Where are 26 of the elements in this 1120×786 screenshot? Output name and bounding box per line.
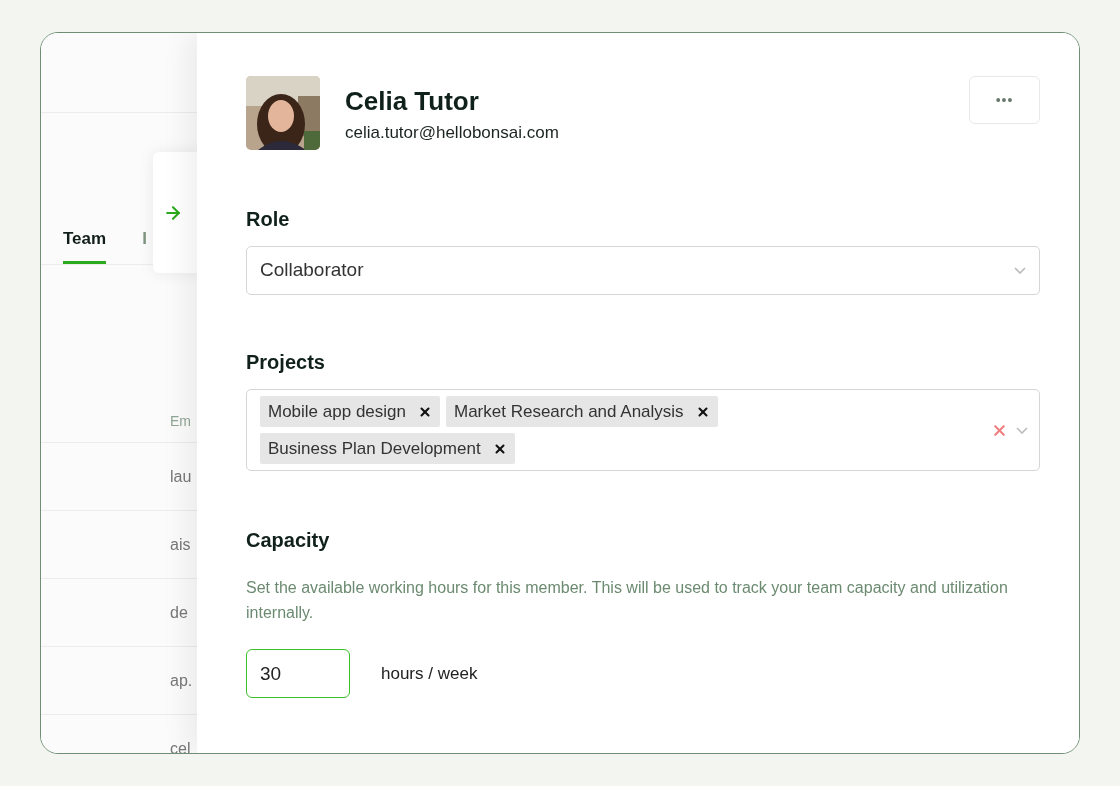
remove-icon[interactable]	[492, 441, 507, 456]
chevron-down-icon	[1016, 426, 1028, 434]
projects-select[interactable]: Mobile app design Market Research and Analysis Business Plan Development	[246, 389, 1040, 471]
section-heading: Capacity	[246, 528, 331, 553]
remove-icon[interactable]	[418, 404, 432, 419]
tag-label: Mobile app design	[268, 400, 406, 423]
tab[interactable]: Team	[63, 225, 107, 264]
role-select[interactable]: Collaborator	[246, 246, 1040, 295]
tag-label: Market Research and Analysis	[454, 400, 684, 423]
remove-icon[interactable]	[695, 404, 710, 419]
capacity-description: Set the available working hours for this member. This will be used to track your team capacity and utilization internally.	[246, 578, 1009, 623]
column-header: Em	[170, 412, 191, 431]
chevron-down-icon	[1014, 267, 1026, 274]
table-cell-text: cel	[170, 738, 191, 753]
hours-input[interactable]: 30	[246, 649, 350, 698]
member-name: Celia Tutor	[345, 85, 480, 118]
table-cell-text: de	[170, 602, 188, 623]
section-heading: Projects	[246, 350, 326, 375]
table-cell-text: lau	[170, 466, 192, 487]
more-button[interactable]: •••	[969, 76, 1040, 124]
table-cell-text: ap.	[170, 670, 193, 691]
tag-label: Business Plan Development	[268, 437, 481, 460]
unit-label: hours / week	[381, 662, 478, 685]
table-cell-text: ais	[170, 534, 191, 555]
member-email: celia.tutor@hellobonsai.com	[345, 122, 559, 144]
section-heading: Role	[246, 207, 291, 232]
